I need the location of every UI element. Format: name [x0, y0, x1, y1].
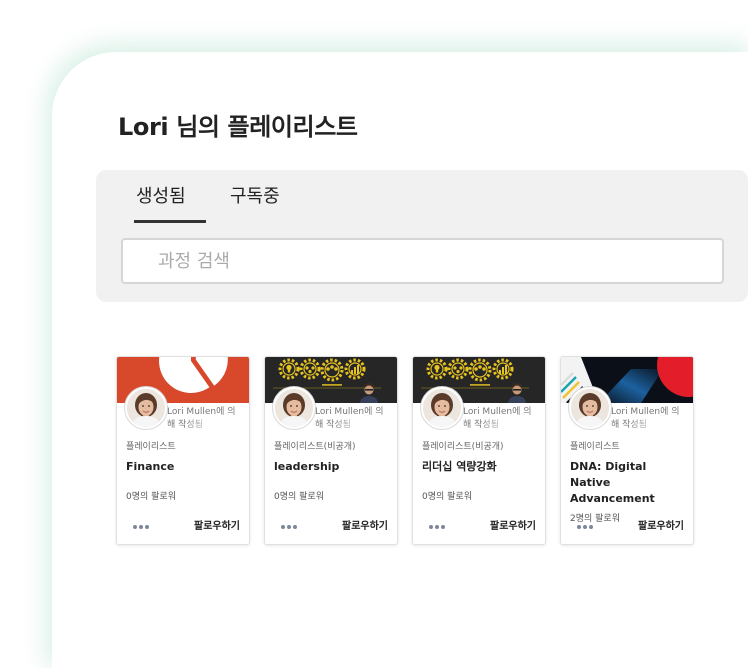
avatar — [569, 387, 611, 429]
more-horizontal-icon[interactable] — [429, 525, 445, 529]
playlist-card[interactable]: Lori Mullen에 의해 작성됨 플레이리스트 Finance 0명의 팔… — [116, 356, 250, 545]
avatar — [421, 387, 463, 429]
playlist-type: 플레이리스트(비공개) — [274, 442, 356, 452]
text-fade — [320, 475, 388, 491]
more-horizontal-icon[interactable] — [577, 525, 593, 529]
playlist-title[interactable]: 리더십 역량강화 — [422, 459, 536, 475]
follow-button[interactable]: 팔로우하기 — [342, 520, 388, 534]
playlist-title[interactable]: Finance — [126, 459, 240, 475]
follow-button[interactable]: 팔로우하기 — [638, 520, 684, 534]
playlist-title[interactable]: DNA: Digital Native Advancement — [570, 459, 684, 507]
author-text: Lori Mullen에 의해 작성됨 — [611, 407, 680, 430]
playlist-type: 플레이리스트(비공개) — [422, 442, 504, 452]
page-title: Lori 님의 플레이리스트 — [118, 113, 358, 141]
avatar — [273, 387, 315, 429]
follower-count: 0명의 팔로워 — [422, 492, 472, 502]
more-horizontal-icon[interactable] — [133, 525, 149, 529]
playlist-title[interactable]: leadership — [274, 459, 388, 475]
playlist-panel: Lori 님의 플레이리스트 생성됨 구독중 과정 검색 Lori Mullen… — [52, 52, 748, 668]
more-horizontal-icon[interactable] — [281, 525, 297, 529]
search-input[interactable] — [121, 238, 724, 284]
follow-button[interactable]: 팔로우하기 — [490, 520, 536, 534]
tab-created[interactable]: 생성됨 — [136, 184, 186, 210]
playlist-type: 플레이리스트 — [126, 442, 176, 452]
text-fade — [468, 475, 536, 491]
follow-button[interactable]: 팔로우하기 — [194, 520, 240, 534]
follower-count: 0명의 팔로워 — [126, 492, 176, 502]
author-text: Lori Mullen에 의해 작성됨 — [463, 407, 532, 430]
playlist-card[interactable]: Lori Mullen에 의해 작성됨 플레이리스트 DNA: Digital … — [560, 356, 694, 545]
follower-count: 0명의 팔로워 — [274, 492, 324, 502]
playlist-type: 플레이리스트 — [570, 442, 620, 452]
text-fade — [172, 475, 240, 491]
active-tab-indicator — [134, 220, 206, 223]
author-text: Lori Mullen에 의해 작성됨 — [167, 407, 236, 430]
playlist-card[interactable]: Lori Mullen에 의해 작성됨 플레이리스트(비공개) 리더십 역량강화… — [412, 356, 546, 545]
tab-bar: 생성됨 구독중 — [96, 170, 748, 302]
author-text: Lori Mullen에 의해 작성됨 — [315, 407, 384, 430]
playlist-card[interactable]: Lori Mullen에 의해 작성됨 플레이리스트(비공개) leadersh… — [264, 356, 398, 545]
tab-subscribed[interactable]: 구독중 — [230, 184, 280, 210]
avatar — [125, 387, 167, 429]
